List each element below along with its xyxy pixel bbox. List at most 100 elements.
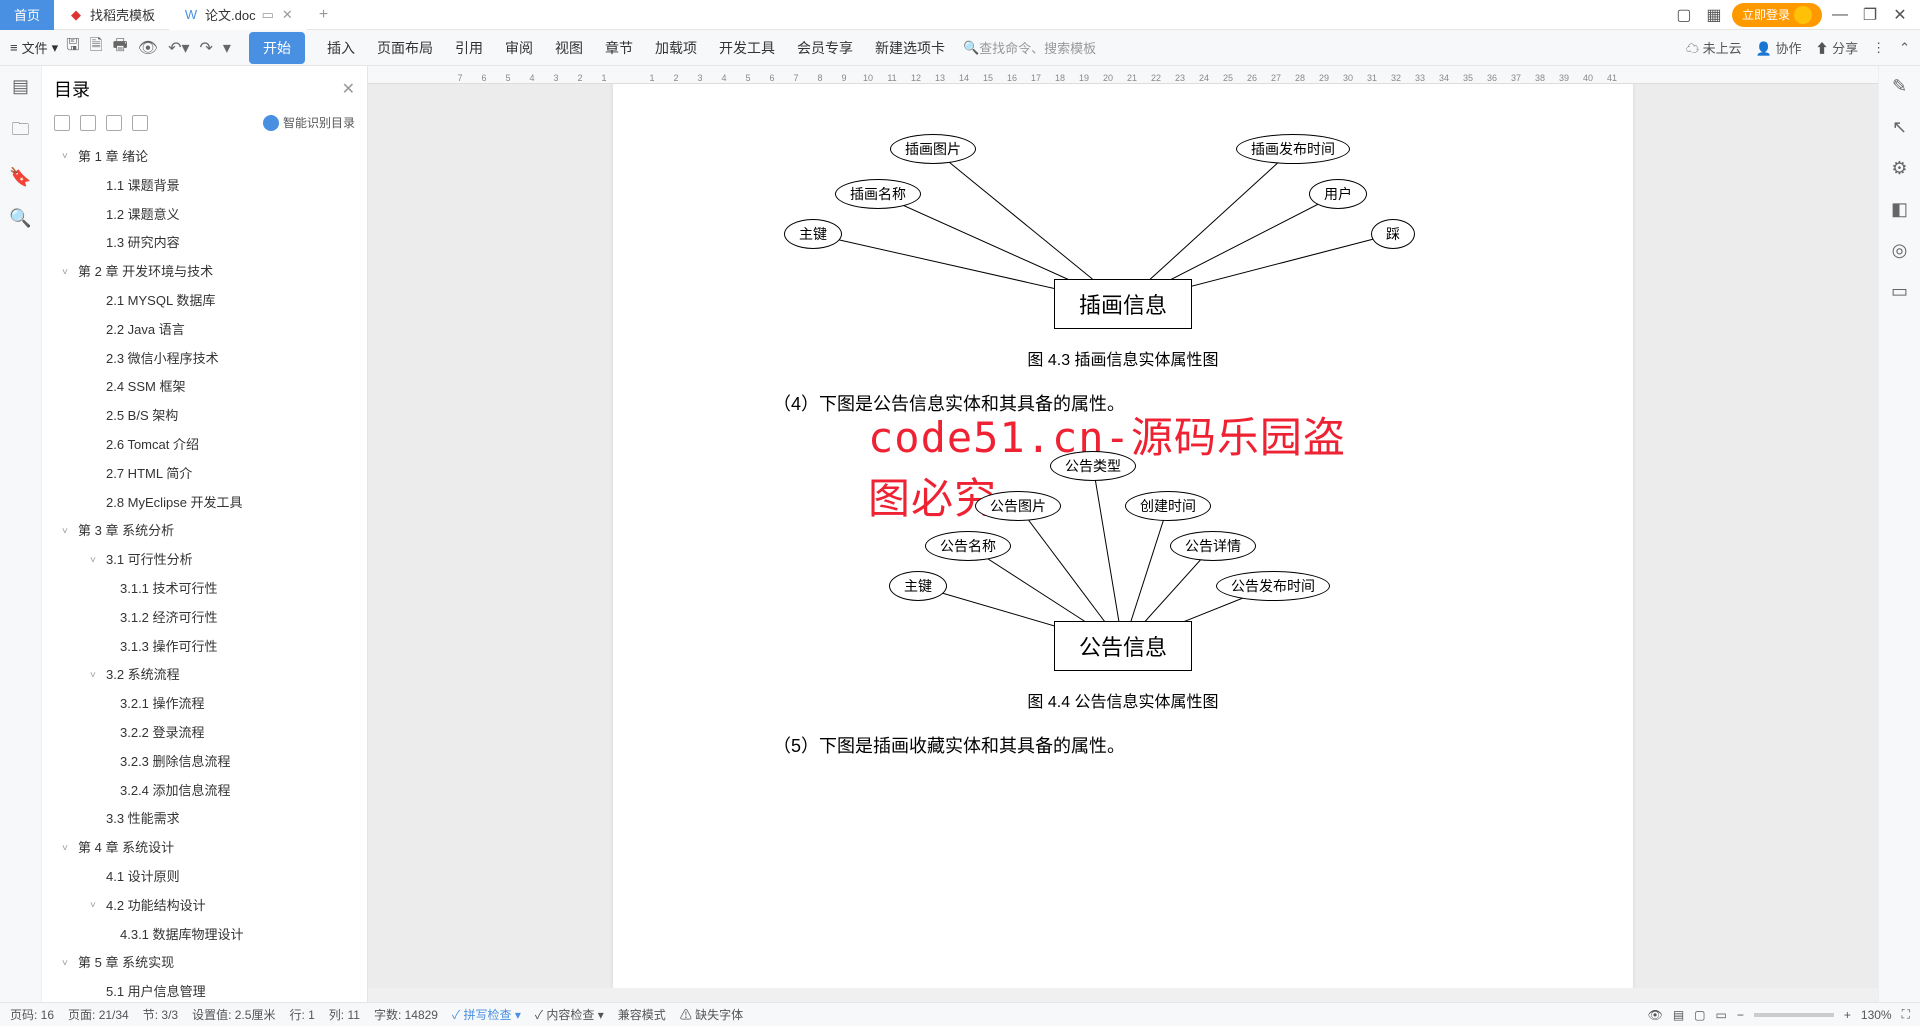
toc-item[interactable]: 1.2 课题意义	[42, 201, 367, 230]
toc-item[interactable]: 3.3 性能需求	[42, 805, 367, 834]
toc-item[interactable]: 2.7 HTML 简介	[42, 460, 367, 489]
view-page-icon[interactable]: ▢	[1694, 1008, 1705, 1022]
status-spellcheck[interactable]: ✓ 拼写检查 ▾	[452, 1006, 521, 1023]
share-button[interactable]: ⬆ 分享	[1815, 38, 1858, 57]
window-maximize-icon[interactable]: ❐	[1858, 3, 1882, 27]
status-contentcheck[interactable]: ✓ 内容检查 ▾	[535, 1006, 604, 1023]
status-page[interactable]: 页面: 21/34	[68, 1006, 129, 1023]
collapse-icon[interactable]: ⌃	[1899, 40, 1910, 56]
document-scroll[interactable]: 主键 插画名称 插画图片 插画发布时间 用户 踩 插画信息 图 4.3 插画信息…	[368, 84, 1878, 988]
ribbon-tab-addin[interactable]: 加载项	[655, 32, 697, 64]
view-outline-icon[interactable]: ▤	[1673, 1008, 1684, 1022]
status-col[interactable]: 列: 11	[329, 1006, 360, 1023]
bookmark-icon[interactable]: 🔖	[9, 167, 31, 188]
toc-item[interactable]: ˅第 3 章 系统分析	[42, 517, 367, 546]
collab-button[interactable]: 👤 协作	[1756, 38, 1802, 57]
more-icon[interactable]: ⋮	[1872, 40, 1885, 56]
toc-item[interactable]: 2.3 微信小程序技术	[42, 345, 367, 374]
toc-tool-2[interactable]	[80, 115, 96, 131]
undo-icon[interactable]: ↶▾	[168, 38, 189, 58]
eye-icon[interactable]: 👁	[1648, 1008, 1663, 1022]
toc-item[interactable]: 3.1.3 操作可行性	[42, 633, 367, 662]
toc-item[interactable]: 3.1.1 技术可行性	[42, 575, 367, 604]
toc-item[interactable]: 2.5 B/S 架构	[42, 402, 367, 431]
settings-icon[interactable]: ⚙	[1891, 158, 1907, 179]
toc-item[interactable]: 2.4 SSM 框架	[42, 373, 367, 402]
zoom-slider[interactable]	[1754, 1013, 1834, 1017]
ribbon-tab-layout[interactable]: 页面布局	[377, 32, 433, 64]
status-pageno[interactable]: 页码: 16	[10, 1006, 54, 1023]
ribbon-tab-custom[interactable]: 新建选项卡	[875, 32, 945, 64]
toc-item[interactable]: ˅4.2 功能结构设计	[42, 892, 367, 921]
read-icon[interactable]: ▭	[1891, 281, 1908, 302]
save-icon[interactable]: 🖫	[66, 34, 80, 61]
toc-item[interactable]: ˅第 2 章 开发环境与技术	[42, 258, 367, 287]
select-icon[interactable]: ↖	[1892, 117, 1907, 138]
toc-item[interactable]: 2.2 Java 语言	[42, 316, 367, 345]
tab-home[interactable]: 首页	[0, 0, 54, 30]
status-missing-font[interactable]: ⚠ 缺失字体	[680, 1006, 743, 1023]
ribbon-tab-review[interactable]: 审阅	[505, 32, 533, 64]
saveas-icon[interactable]: 🗎	[90, 34, 103, 61]
toc-item[interactable]: ˅第 1 章 绪论	[42, 143, 367, 172]
smart-toc-button[interactable]: 智能识别目录	[263, 114, 355, 131]
toc-item[interactable]: 2.8 MyEclipse 开发工具	[42, 489, 367, 518]
toc-item[interactable]: 3.2.1 操作流程	[42, 690, 367, 719]
toc-panel-icon[interactable]: ▤	[12, 76, 29, 97]
status-compat[interactable]: 兼容模式	[618, 1006, 666, 1023]
horizontal-ruler[interactable]: 7654321123456789101112131415161718192021…	[368, 66, 1878, 84]
toc-item[interactable]: 3.2.3 删除信息流程	[42, 748, 367, 777]
ribbon-tab-vip[interactable]: 会员专享	[797, 32, 853, 64]
toc-item[interactable]: 2.1 MYSQL 数据库	[42, 287, 367, 316]
window-minimize-icon[interactable]: —	[1828, 3, 1852, 27]
redo-icon[interactable]: ↷	[200, 38, 213, 58]
ribbon-tab-start[interactable]: 开始	[249, 32, 305, 64]
toc-item[interactable]: 4.1 设计原则	[42, 863, 367, 892]
print-icon[interactable]: 🖶	[113, 34, 128, 61]
view-web-icon[interactable]: ▭	[1716, 1008, 1727, 1022]
ribbon-tab-dev[interactable]: 开发工具	[719, 32, 775, 64]
toc-item[interactable]: 1.1 课题背景	[42, 172, 367, 201]
horizontal-scrollbar[interactable]	[368, 988, 1878, 1002]
tab-template[interactable]: ◆ 找稻壳模板	[54, 0, 169, 30]
preview-icon[interactable]: 👁	[138, 38, 158, 58]
tab-document[interactable]: W 论文.doc ▭ ✕	[169, 0, 307, 30]
status-setval[interactable]: 设置值: 2.5厘米	[192, 1006, 275, 1023]
fitpage-icon[interactable]: ⛶	[1902, 1007, 1910, 1022]
window-close-icon[interactable]: ✕	[1888, 3, 1912, 27]
add-tab-button[interactable]: +	[307, 6, 340, 24]
qat-more-icon[interactable]: ▾	[223, 38, 231, 58]
folder-icon[interactable]: 🗀	[12, 117, 30, 147]
tab-minimize-icon[interactable]: ▭	[262, 7, 274, 23]
aim-icon[interactable]: ◎	[1892, 240, 1908, 261]
status-row[interactable]: 行: 1	[289, 1006, 314, 1023]
command-search[interactable]: 🔍 查找命令、搜索模板	[963, 38, 1096, 57]
toc-item[interactable]: ˅第 4 章 系统设计	[42, 834, 367, 863]
tab-close-icon[interactable]: ✕	[282, 7, 293, 23]
toc-item[interactable]: ˅第 5 章 系统实现	[42, 949, 367, 978]
toc-item[interactable]: 3.2.2 登录流程	[42, 719, 367, 748]
toc-item[interactable]: 1.3 研究内容	[42, 229, 367, 258]
toc-tool-3[interactable]	[106, 115, 122, 131]
toc-item[interactable]: 4.3.1 数据库物理设计	[42, 921, 367, 950]
toc-item[interactable]: ˅3.1 可行性分析	[42, 546, 367, 575]
zoom-out-icon[interactable]: −	[1737, 1008, 1744, 1022]
file-menu[interactable]: ≡ 文件 ▾	[10, 38, 58, 57]
status-words[interactable]: 字数: 14829	[374, 1006, 438, 1023]
zoom-value[interactable]: 130%	[1861, 1008, 1892, 1022]
zoom-in-icon[interactable]: +	[1844, 1008, 1851, 1022]
ribbon-tab-section[interactable]: 章节	[605, 32, 633, 64]
login-button[interactable]: 立即登录	[1732, 3, 1822, 27]
toc-tool-4[interactable]	[132, 115, 148, 131]
toc-item[interactable]: 3.2.4 添加信息流程	[42, 777, 367, 806]
toc-close-icon[interactable]: ✕	[342, 79, 355, 99]
toc-tool-1[interactable]	[54, 115, 70, 131]
cloud-status[interactable]: ☁ 未上云	[1686, 38, 1742, 57]
ribbon-tab-reference[interactable]: 引用	[455, 32, 483, 64]
toc-item[interactable]: 2.6 Tomcat 介绍	[42, 431, 367, 460]
search-panel-icon[interactable]: 🔍	[9, 208, 31, 229]
apps-icon[interactable]: ▦	[1702, 3, 1726, 27]
ribbon-tab-insert[interactable]: 插入	[327, 32, 355, 64]
status-section[interactable]: 节: 3/3	[143, 1006, 178, 1023]
edit-icon[interactable]: ✎	[1892, 76, 1907, 97]
